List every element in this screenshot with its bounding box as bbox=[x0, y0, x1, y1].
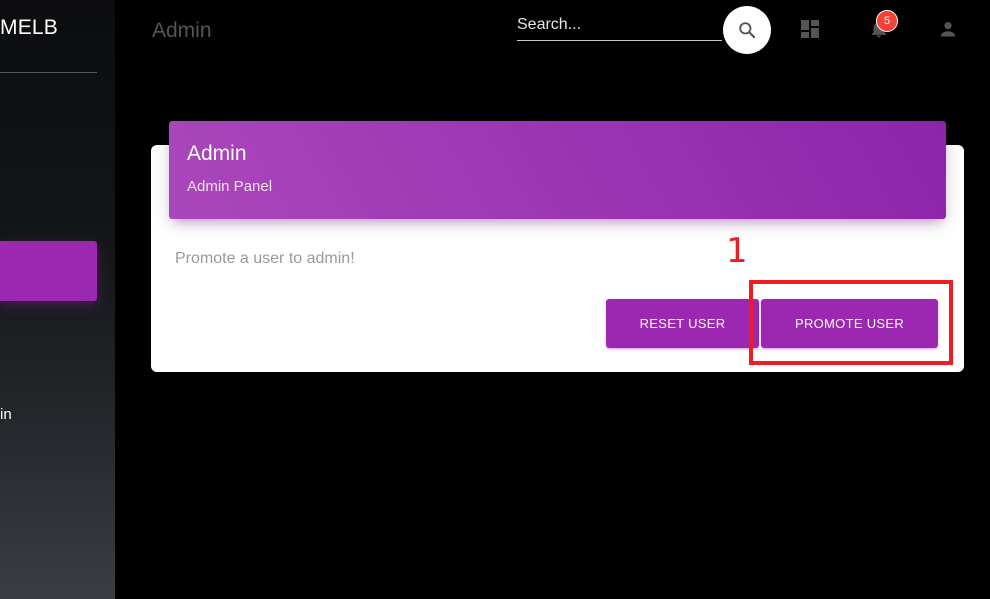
notification-count-badge: 5 bbox=[876, 10, 898, 32]
sidebar-divider bbox=[0, 72, 97, 73]
search-button[interactable] bbox=[723, 6, 771, 54]
annotation-number: 1 bbox=[726, 231, 748, 271]
search-icon bbox=[739, 22, 756, 39]
dashboard-icon bbox=[801, 20, 819, 38]
dashboard-button[interactable] bbox=[795, 14, 825, 44]
page: MELB in Admin 5 Ad bbox=[0, 0, 990, 599]
search-input[interactable] bbox=[517, 10, 722, 41]
person-icon bbox=[940, 22, 956, 37]
profile-button[interactable] bbox=[933, 14, 963, 44]
reset-user-button[interactable]: RESET USER bbox=[606, 299, 759, 348]
annotation-highlight-box bbox=[749, 280, 953, 365]
sidebar: MELB in bbox=[0, 0, 115, 599]
card-description: Promote a user to admin! bbox=[175, 250, 355, 267]
sidebar-item-label[interactable]: in bbox=[0, 406, 12, 423]
sidebar-item-active[interactable] bbox=[0, 241, 97, 301]
card-title: Admin bbox=[187, 142, 247, 165]
page-title: Admin bbox=[152, 19, 212, 42]
card-header: Admin Admin Panel bbox=[169, 121, 946, 219]
search-field bbox=[517, 10, 722, 48]
card-subtitle: Admin Panel bbox=[187, 178, 273, 195]
brand-logo-text[interactable]: MELB bbox=[0, 16, 58, 40]
